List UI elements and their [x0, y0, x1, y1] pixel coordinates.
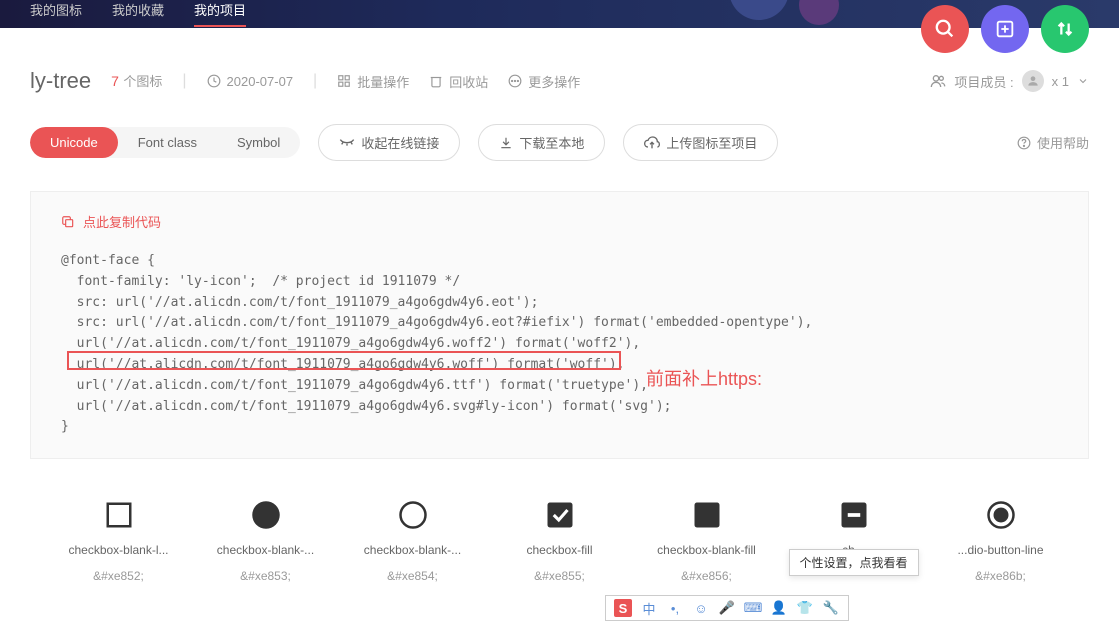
search-icon: [934, 18, 956, 40]
help-link[interactable]: 使用帮助: [1017, 133, 1089, 152]
project-title: ly-tree: [30, 68, 91, 94]
tab-symbol[interactable]: Symbol: [217, 127, 300, 158]
icon-name: ...dio-button-line: [957, 543, 1043, 557]
ime-lang[interactable]: 中: [640, 599, 658, 617]
icon-item[interactable]: ch... 个性设置，点我看看: [794, 499, 914, 583]
project-date: 2020-07-07: [207, 74, 294, 89]
sort-button[interactable]: [1041, 5, 1089, 53]
separator: |: [313, 72, 317, 90]
icon-name: checkbox-fill: [526, 543, 592, 557]
icon-name: checkbox-blank-...: [217, 543, 314, 557]
ime-skin-icon[interactable]: 👕: [796, 599, 814, 617]
recycle-bin[interactable]: 回收站: [429, 72, 488, 91]
ime-logo-icon[interactable]: S: [614, 599, 632, 617]
icon-item[interactable]: ...dio-button-line &#xe86b;: [941, 499, 1061, 583]
tab-unicode[interactable]: Unicode: [30, 127, 118, 158]
members-icon: [930, 73, 946, 89]
more-operations[interactable]: 更多操作: [508, 72, 580, 91]
ime-keyboard-icon[interactable]: ⌨: [744, 599, 762, 617]
icon-code: &#xe852;: [93, 569, 144, 583]
download-icon: [499, 136, 513, 150]
radio-button-line-icon: [985, 499, 1017, 531]
separator: |: [182, 72, 186, 90]
float-buttons: [921, 5, 1089, 53]
eye-close-icon: [339, 138, 355, 148]
annotation-text: 前面补上https:: [646, 365, 762, 394]
nav-tabs: 我的图标 我的收藏 我的项目: [30, 0, 246, 27]
icon-code: &#xe856;: [681, 569, 732, 583]
upload-cloud-icon: [644, 136, 660, 150]
code-panel: 点此复制代码 @font-face { font-family: 'ly-ico…: [30, 191, 1089, 459]
collapse-link-button[interactable]: 收起在线链接: [318, 124, 460, 161]
chevron-down-icon: [1077, 75, 1089, 87]
trash-icon: [429, 74, 443, 88]
ime-emoji-icon[interactable]: ☺: [692, 599, 710, 617]
batch-icon: [337, 74, 351, 88]
ime-toolbar[interactable]: S 中 •, ☺ 🎤 ⌨ 👤 👕 🔧: [605, 595, 849, 621]
copy-icon: [61, 215, 75, 229]
icon-code: &#xe854;: [387, 569, 438, 583]
checkbox-blank-circle-line-icon: [397, 499, 429, 531]
main-content: ly-tree 7 个图标 | 2020-07-07 | 批量操作 回收站 更多…: [0, 28, 1119, 623]
icon-name: checkbox-blank-l...: [68, 543, 168, 557]
ime-user-icon[interactable]: 👤: [770, 599, 788, 617]
ime-punct-icon[interactable]: •,: [666, 599, 684, 617]
avatar: [1022, 70, 1044, 92]
sort-icon: [1054, 18, 1076, 40]
checkbox-indeterminate-icon: [838, 499, 870, 531]
tab-fontclass[interactable]: Font class: [118, 127, 217, 158]
icon-item[interactable]: checkbox-blank-... &#xe854;: [353, 499, 473, 583]
project-icon-count: 7 个图标: [111, 71, 162, 91]
top-header: 我的图标 我的收藏 我的项目: [0, 0, 1119, 28]
ime-tooltip: 个性设置，点我看看: [789, 549, 919, 576]
ime-toolbox-icon[interactable]: 🔧: [822, 599, 840, 617]
project-info-row: ly-tree 7 个图标 | 2020-07-07 | 批量操作 回收站 更多…: [30, 68, 1089, 94]
add-icon: [994, 18, 1016, 40]
icon-code: &#xe853;: [240, 569, 291, 583]
batch-operation[interactable]: 批量操作: [337, 72, 409, 91]
icon-item[interactable]: checkbox-blank-... &#xe853;: [206, 499, 326, 583]
clock-icon: [207, 74, 221, 88]
ime-voice-icon[interactable]: 🎤: [718, 599, 736, 617]
search-button[interactable]: [921, 5, 969, 53]
more-icon: [508, 74, 522, 88]
checkbox-blank-line-icon: [103, 499, 135, 531]
project-members[interactable]: 项目成员 : x 1: [930, 70, 1089, 92]
nav-tab-my-favorites[interactable]: 我的收藏: [112, 0, 164, 27]
copy-code-link[interactable]: 点此复制代码: [61, 212, 1058, 231]
icon-code: &#xe86b;: [975, 569, 1026, 583]
add-button[interactable]: [981, 5, 1029, 53]
controls-row: Unicode Font class Symbol 收起在线链接 下载至本地 上…: [30, 124, 1089, 161]
icon-name: checkbox-blank-fill: [657, 543, 756, 557]
upload-button[interactable]: 上传图标至项目: [623, 124, 778, 161]
code-block[interactable]: @font-face { font-family: 'ly-icon'; /* …: [61, 251, 1058, 438]
icon-item[interactable]: checkbox-fill &#xe855;: [500, 499, 620, 583]
nav-tab-my-projects[interactable]: 我的项目: [194, 0, 246, 27]
checkbox-blank-fill-icon: [691, 499, 723, 531]
icon-item[interactable]: checkbox-blank-l... &#xe852;: [59, 499, 179, 583]
download-button[interactable]: 下载至本地: [478, 124, 605, 161]
icon-grid: checkbox-blank-l... &#xe852; checkbox-bl…: [30, 459, 1089, 603]
icon-item[interactable]: checkbox-blank-fill &#xe856;: [647, 499, 767, 583]
nav-tab-my-icons[interactable]: 我的图标: [30, 0, 82, 27]
checkbox-fill-icon: [544, 499, 576, 531]
icon-code: &#xe855;: [534, 569, 585, 583]
help-icon: [1017, 136, 1031, 150]
checkbox-blank-circle-fill-icon: [250, 499, 282, 531]
format-tabs: Unicode Font class Symbol: [30, 127, 300, 158]
icon-name: checkbox-blank-...: [364, 543, 461, 557]
